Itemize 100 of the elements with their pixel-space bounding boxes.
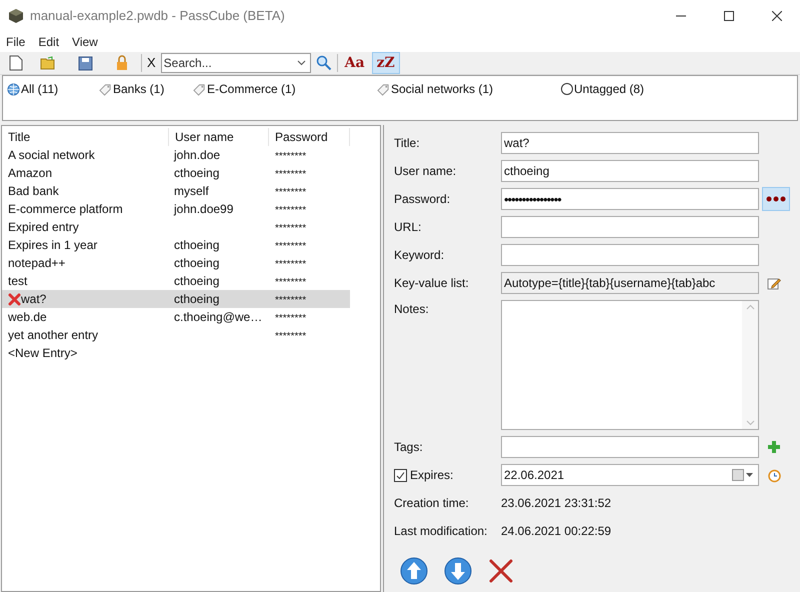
menu-item[interactable]: Edit <box>38 33 60 51</box>
table-cell-text: test <box>8 273 28 290</box>
table-row[interactable]: Bad bank myself ******** <box>2 182 350 200</box>
table-cell: ******** <box>275 169 306 180</box>
table-row[interactable]: E-commerce platform john.doe99 ******** <box>2 200 350 218</box>
table-row[interactable]: test cthoeing ******** <box>2 272 350 290</box>
table-cell-text: Bad bank <box>8 183 59 200</box>
table-cell: cthoeing <box>174 238 220 252</box>
field-label: Creation time: <box>394 495 470 512</box>
save-icon[interactable] <box>78 56 93 70</box>
text-field[interactable]: cthoeing <box>501 160 759 182</box>
tag-filter[interactable]: Untagged (8) <box>574 80 644 98</box>
table-cell: john.doe99 <box>174 202 234 216</box>
lock-icon[interactable] <box>115 55 129 71</box>
info-value: 23.06.2021 23:31:52 <box>501 495 612 512</box>
table-row[interactable]: yet another entry ******** <box>2 326 350 344</box>
table-cell: cthoeing <box>174 292 220 306</box>
table-cell-text: E-commerce platform <box>8 201 123 218</box>
chevron-down-icon[interactable] <box>296 60 306 66</box>
table-row[interactable]: web.de c.thoeing@we… ******** <box>2 308 350 326</box>
date-field[interactable]: 22.06.2021 <box>501 464 759 486</box>
table-cell-text: Amazon <box>8 165 52 182</box>
plus-icon[interactable] <box>767 440 781 454</box>
table-cell: ******** <box>275 295 306 306</box>
text-field[interactable] <box>501 244 759 266</box>
field-label: Expires: <box>410 467 454 484</box>
table-cell: cthoeing <box>174 274 220 288</box>
toggle-button[interactable]: Aa <box>340 52 370 74</box>
alarm-clock-icon[interactable] <box>767 468 782 482</box>
table-cell-text: Expired entry <box>8 219 79 236</box>
field-label: Last modification: <box>394 523 488 540</box>
tag-filter[interactable]: All (11) <box>21 80 58 98</box>
table-cell: ******** <box>275 277 306 288</box>
dots-icon <box>766 196 786 202</box>
tag-filter[interactable]: Social networks (1) <box>391 80 494 98</box>
tag-filter[interactable]: Banks (1) <box>113 80 164 98</box>
table-cell-text: Expires in 1 year <box>8 237 98 254</box>
table-cell: cthoeing <box>174 256 220 270</box>
arrow-up-icon[interactable] <box>400 557 428 585</box>
search-field[interactable]: Search... <box>160 53 311 73</box>
tag-icon <box>99 82 112 96</box>
tag-icon <box>193 82 206 96</box>
calendar-icon[interactable] <box>732 469 754 481</box>
field-label: Notes: <box>394 301 430 318</box>
expires-checkbox[interactable] <box>394 468 407 482</box>
text-field[interactable]: wat? <box>501 132 759 154</box>
table-cell: cthoeing <box>174 166 220 180</box>
folder-icon[interactable] <box>40 56 56 70</box>
pencil-icon[interactable] <box>767 276 781 290</box>
text-field[interactable] <box>501 216 759 238</box>
table-cell: c.thoeing@we… <box>174 310 262 324</box>
field-label: URL: <box>394 219 422 236</box>
key-value-field[interactable]: Autotype={title}{tab}{username}{tab}abc <box>501 272 759 294</box>
table-cell-text: A social network <box>8 147 95 164</box>
column-header[interactable]: User name <box>169 128 269 146</box>
table-cell: ******** <box>275 205 306 216</box>
table-row[interactable]: Expires in 1 year cthoeing ******** <box>2 236 350 254</box>
password-field[interactable]: •••••••••••••••• <box>501 188 759 210</box>
maximize-icon[interactable] <box>724 11 734 21</box>
new-document-icon[interactable] <box>9 55 23 71</box>
field-label: Password: <box>394 191 452 208</box>
field-label: Key-value list: <box>394 275 470 292</box>
field-label: Title: <box>394 135 421 152</box>
globe-icon <box>7 82 20 96</box>
table-row[interactable]: notepad++ cthoeing ******** <box>2 254 350 272</box>
new-entry-row[interactable]: <New Entry> <box>8 344 78 362</box>
app-icon <box>8 8 24 24</box>
search-icon[interactable] <box>316 55 332 71</box>
arrow-down-icon[interactable] <box>444 557 472 585</box>
table-cell-text: web.de <box>8 309 47 326</box>
menu-item[interactable]: View <box>72 33 98 51</box>
table-cell: ******** <box>275 151 306 162</box>
delete-icon[interactable] <box>488 558 514 584</box>
tags-field[interactable] <box>501 436 759 458</box>
window-title: manual-example2.pwdb - PassCube (BETA) <box>30 7 285 26</box>
table-cell-text: yet another entry <box>8 327 98 344</box>
toggle-button[interactable]: zZ <box>372 52 400 74</box>
clear-search-button[interactable]: X <box>144 53 159 73</box>
table-cell: ******** <box>275 187 306 198</box>
field-label: Tags: <box>394 439 424 456</box>
table-row[interactable]: Amazon cthoeing ******** <box>2 164 350 182</box>
table-row[interactable]: A social network john.doe ******** <box>2 146 350 164</box>
table-cell: ******** <box>275 259 306 270</box>
info-value: 24.06.2021 00:22:59 <box>501 523 612 540</box>
field-label: Keyword: <box>394 247 446 264</box>
close-icon[interactable] <box>772 11 782 21</box>
column-header[interactable]: Title <box>2 128 169 146</box>
generate-password-button[interactable] <box>762 187 790 211</box>
radio-icon <box>561 83 573 95</box>
tag-filter[interactable]: E-Commerce (1) <box>207 80 296 98</box>
table-cell: ******** <box>275 331 306 342</box>
menu-item[interactable]: File <box>6 33 26 51</box>
table-row[interactable]: Expired entry ******** <box>2 218 350 236</box>
table-cell: myself <box>174 184 209 198</box>
table-cell-text: notepad++ <box>8 255 66 272</box>
column-header[interactable]: Password <box>269 128 350 146</box>
table-cell: ******** <box>275 313 306 324</box>
table-cell: ******** <box>275 223 306 234</box>
table-cell: ******** <box>275 241 306 252</box>
table-row[interactable]: wat? cthoeing ******** <box>2 290 350 308</box>
